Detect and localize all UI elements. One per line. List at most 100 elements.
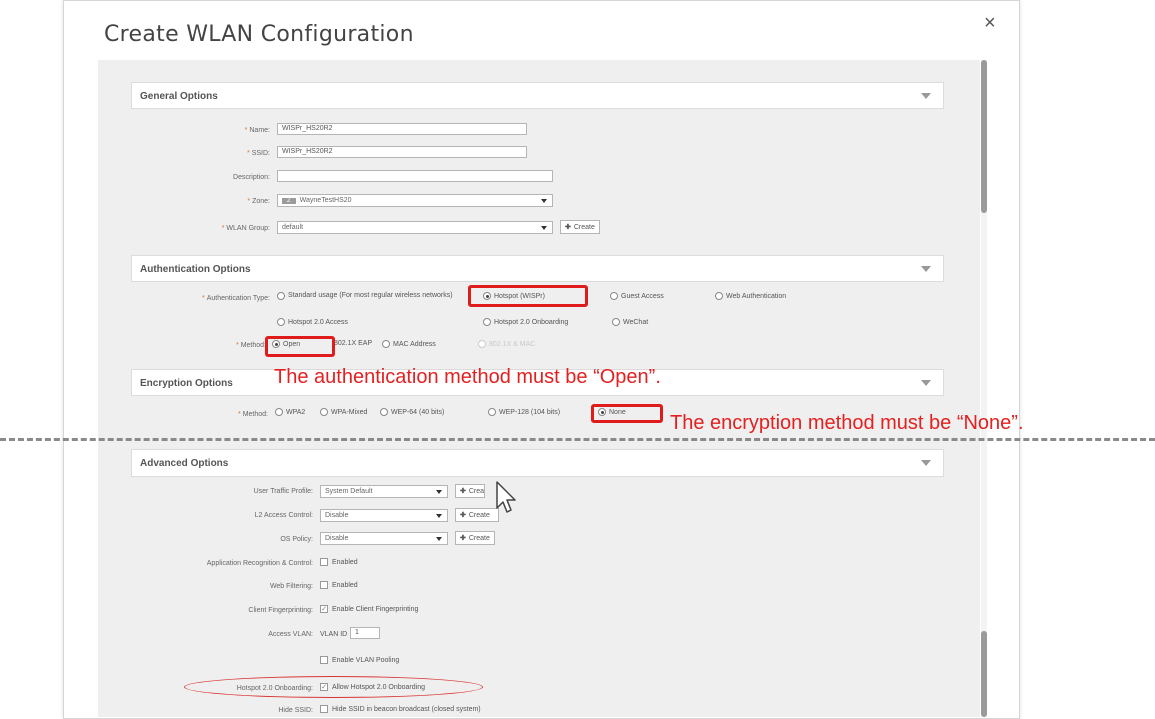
enc-method-wep64[interactable]: WEP-64 (40 bits) [380, 408, 444, 416]
wlan-group-select[interactable]: default [277, 221, 553, 234]
enc-annotation-text: The encryption method must be “None”. [670, 412, 1024, 434]
vlan-id-label: VLAN ID [320, 631, 348, 638]
checkbox-checked[interactable]: ✓ [320, 605, 328, 613]
auth-method-both[interactable]: 802.1X & MAC [478, 340, 535, 348]
plus-icon: ✚ [565, 224, 571, 231]
create-l2-button[interactable]: ✚ Create [455, 508, 499, 522]
access-vlan-label: Access VLAN: [268, 631, 313, 638]
highlight-hs20-onboarding [184, 676, 483, 698]
auth-method-eap[interactable]: 802.1X EAP [334, 340, 372, 347]
radio-button[interactable] [478, 340, 486, 348]
auth-type-web[interactable]: Web Authentication [715, 292, 786, 300]
section-label: Advanced Options [140, 458, 229, 469]
section-general-options[interactable]: General Options [131, 82, 944, 109]
radio-button[interactable] [275, 408, 283, 416]
dropdown-arrow-icon [541, 226, 547, 230]
plus-icon: ✚ [460, 512, 466, 519]
app-recognition-label: Application Recognition & Control: [206, 560, 313, 567]
chevron-down-icon[interactable] [921, 266, 931, 272]
zone-badge: Z [282, 198, 296, 204]
enc-method-wep128[interactable]: WEP-128 (104 bits) [488, 408, 560, 416]
name-field[interactable]: WISPr_HS20R2 [277, 123, 527, 135]
client-fingerprinting-checkbox[interactable]: ✓ Enable Client Fingerprinting [320, 605, 418, 613]
radio-button[interactable] [612, 318, 620, 326]
plus-icon: ✚ [460, 535, 466, 542]
section-label: Encryption Options [140, 378, 233, 389]
highlight-open-method [265, 336, 335, 357]
scrollbar-thumb-bottom[interactable] [981, 631, 987, 717]
dialog-title: Create WLAN Configuration [104, 22, 414, 47]
ssid-label: * SSID: [246, 150, 270, 157]
chevron-down-icon[interactable] [921, 380, 931, 386]
create-wlan-group-button[interactable]: ✚ Create [560, 220, 600, 234]
name-label: * Name: [244, 127, 270, 134]
wlan-group-value: default [282, 224, 304, 231]
create-os-policy-button[interactable]: ✚ Create [455, 531, 495, 545]
chevron-down-icon[interactable] [921, 93, 931, 99]
chevron-down-icon[interactable] [921, 460, 931, 466]
auth-type-hs20-access[interactable]: Hotspot 2.0 Access [277, 318, 348, 326]
radio-button[interactable] [715, 292, 723, 300]
auth-type-label: * Authentication Type: [201, 295, 270, 302]
os-policy-select[interactable]: Disable [320, 532, 448, 545]
wlan-group-label: * WLAN Group: [221, 225, 270, 232]
auth-type-wechat[interactable]: WeChat [612, 318, 648, 326]
radio-button[interactable] [382, 340, 390, 348]
zone-select[interactable]: Z WayneTestHS20 [277, 194, 553, 207]
zone-value: WayneTestHS20 [299, 197, 352, 204]
radio-button[interactable] [483, 318, 491, 326]
client-fingerprinting-label: Client Fingerprinting: [248, 607, 313, 614]
ssid-field[interactable]: WISPr_HS20R2 [277, 146, 527, 158]
scrollbar-thumb-top[interactable] [981, 60, 987, 213]
highlight-hotspot-option [468, 285, 588, 307]
dropdown-arrow-icon [436, 514, 442, 518]
radio-button[interactable] [277, 292, 285, 300]
section-label: Authentication Options [140, 264, 251, 275]
web-filtering-checkbox[interactable]: Enabled [320, 581, 358, 589]
radio-button[interactable] [488, 408, 496, 416]
user-traffic-select[interactable]: System Default [320, 485, 448, 498]
vlan-pooling-checkbox[interactable]: Enable VLAN Pooling [320, 656, 399, 664]
auth-annotation-text: The authentication method must be “Open”… [274, 366, 661, 388]
web-filtering-label: Web Filtering: [269, 583, 313, 590]
dropdown-arrow-icon [541, 199, 547, 203]
description-field[interactable] [277, 170, 553, 182]
auth-method-mac[interactable]: MAC Address [382, 340, 436, 348]
radio-button[interactable] [320, 408, 328, 416]
checkbox[interactable] [320, 705, 328, 713]
enc-method-label: * Method: [237, 411, 268, 418]
section-authentication-options[interactable]: Authentication Options [131, 255, 944, 282]
separator-dashed-line [0, 438, 1155, 441]
radio-button[interactable] [610, 292, 618, 300]
checkbox[interactable] [320, 656, 328, 664]
auth-method-label: * Method: [235, 342, 266, 349]
radio-button[interactable] [277, 318, 285, 326]
app-recognition-checkbox[interactable]: Enabled [320, 558, 358, 566]
checkbox[interactable] [320, 581, 328, 589]
l2-access-select[interactable]: Disable [320, 509, 448, 522]
dropdown-arrow-icon [436, 490, 442, 494]
scrollbar[interactable] [981, 60, 987, 717]
close-icon[interactable]: × [984, 12, 996, 35]
vlan-id-field[interactable]: 1 [350, 627, 380, 639]
mouse-cursor-icon [496, 481, 516, 513]
section-label: General Options [140, 91, 218, 102]
user-traffic-label: User Traffic Profile: [253, 488, 313, 495]
hide-ssid-label: Hide SSID: [278, 707, 313, 714]
description-label: Description: [233, 174, 270, 181]
create-user-traffic-button[interactable]: ✚Create [455, 484, 485, 498]
checkbox[interactable] [320, 558, 328, 566]
radio-button[interactable] [380, 408, 388, 416]
hide-ssid-checkbox[interactable]: Hide SSID in beacon broadcast (closed sy… [320, 705, 481, 713]
l2-access-label: L2 Access Control: [254, 512, 313, 519]
enc-method-wpa2[interactable]: WPA2 [275, 408, 305, 416]
os-policy-label: OS Policy: [280, 536, 313, 543]
auth-type-standard[interactable]: Standard usage (For most regular wireles… [277, 292, 457, 300]
zone-label: * Zone: [247, 198, 270, 205]
auth-type-guest[interactable]: Guest Access [610, 292, 664, 300]
plus-icon: ✚ [460, 488, 466, 495]
auth-type-hs20-onboarding[interactable]: Hotspot 2.0 Onboarding [483, 318, 568, 326]
highlight-none-encryption [591, 404, 663, 423]
section-advanced-options[interactable]: Advanced Options [131, 449, 944, 477]
enc-method-wpa-mixed[interactable]: WPA-Mixed [320, 408, 367, 416]
